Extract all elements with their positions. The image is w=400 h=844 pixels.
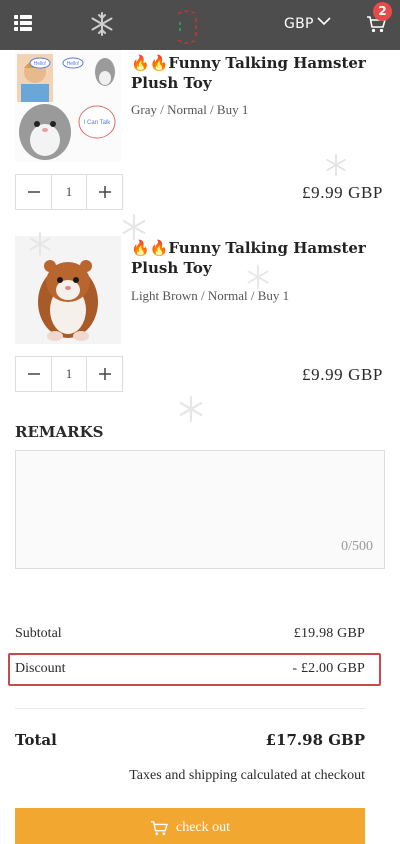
discount-label: Discount [15,661,66,676]
quantity-stepper: 1 [15,356,123,392]
quantity-stepper: 1 [15,174,123,210]
snowflake-icon [122,214,146,240]
checkout-button[interactable]: check out [15,808,365,844]
cart-item-variant: Gray / Normal / Buy 1 [131,102,249,117]
decrease-quantity-button[interactable] [16,175,51,209]
cart-item-price: £9.99 GBP [302,183,383,202]
minus-icon [27,191,40,193]
snowflake-icon [91,12,113,36]
cart-icon [150,821,168,836]
quantity-input[interactable]: 1 [51,175,87,209]
store-logo-icon[interactable] [172,8,202,46]
plus-icon [98,368,111,380]
subtotal-value: £19.98 GBP [293,626,365,641]
snowflake-icon [326,154,346,176]
product-image-gray-hamster[interactable]: Hello! Hello! I Can Talk [15,50,121,162]
increase-quantity-button[interactable] [87,175,122,209]
increase-quantity-button[interactable] [87,357,122,391]
summary-divider [15,708,365,709]
remarks-textarea[interactable]: 0/500 [15,450,385,569]
cart-item-price: £9.99 GBP [302,365,383,384]
currency-selector[interactable]: GBP [284,16,314,32]
decrease-quantity-button[interactable] [16,357,51,391]
snowflake-icon [247,265,269,289]
total-label: Total [15,731,57,749]
snowflake-icon [179,396,203,422]
minus-icon [27,373,40,375]
quantity-input[interactable]: 1 [51,357,87,391]
cart-item-variant: Light Brown / Normal / Buy 1 [131,288,290,303]
chevron-down-icon[interactable] [317,16,331,26]
remarks-heading: REMARKS [15,423,104,441]
tax-shipping-note: Taxes and shipping calculated at checkou… [129,768,365,783]
cart-item-title[interactable]: 🔥🔥Funny Talking Hamster Plush Toy [131,53,381,93]
image-bubble-text: I Can Talk [84,120,112,126]
image-bubble-text: Hello! [34,61,47,67]
checkout-label: check out [175,820,231,835]
discount-value: - £2.00 GBP [292,661,365,676]
snowflake-icon [29,232,51,256]
cart-count-badge: 2 [373,2,392,21]
subtotal-label: Subtotal [15,626,62,641]
image-bubble-text: Hello! [67,61,80,67]
list-menu-icon[interactable] [14,15,32,31]
plus-icon [98,186,111,198]
remarks-char-counter: 0/500 [341,539,373,554]
top-header: GBP 2 [0,0,400,50]
total-value: £17.98 GBP [265,731,365,749]
